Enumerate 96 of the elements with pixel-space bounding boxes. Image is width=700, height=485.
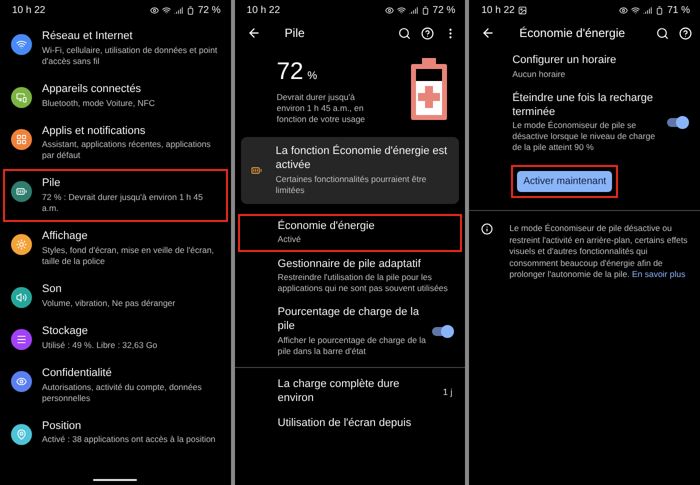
setting-subtitle: Aucun horaire <box>512 68 566 80</box>
screen-title: Économie d'énergie <box>518 26 626 40</box>
eye-icon <box>16 376 27 387</box>
battery-icon <box>655 6 664 15</box>
search-icon[interactable] <box>398 26 412 40</box>
setting-value: 1 j <box>442 386 452 397</box>
item-title: Réseau et Internet <box>42 30 134 44</box>
item-title: Stockage <box>42 324 89 339</box>
devices-icon <box>16 92 27 103</box>
setting-title: Économie d'énergie <box>278 220 376 234</box>
setting-subtitle: Afficher le pourcentage de charge de la pile dans la barre d'état <box>278 334 426 357</box>
setting-subtitle: Activé <box>278 234 302 246</box>
eye-icon <box>619 6 628 15</box>
item-title: Affichage <box>42 230 89 244</box>
home-handle[interactable] <box>93 479 138 481</box>
setting-title: Utilisation de l'écran depuis <box>278 417 412 432</box>
item-title: Son <box>42 283 63 297</box>
card-subtitle: Certaines fonctionnalités pourraient être limitées <box>276 174 428 196</box>
battery-icon <box>420 6 430 15</box>
battery-percent: 72 % <box>432 5 456 16</box>
setting-row[interactable]: Configurer un horaire Aucun horaire <box>472 48 698 86</box>
battery-percent: 71 % <box>667 5 690 16</box>
help-icon[interactable] <box>679 26 692 40</box>
wifi-icon <box>396 6 406 15</box>
help-icon[interactable] <box>421 26 434 40</box>
item-subtitle: Wi-Fi, cellulaire, utilisation de données et point d'accès sans fil <box>42 44 218 67</box>
battery-icon <box>250 164 262 176</box>
toggle-switch[interactable] <box>667 118 688 128</box>
setting-row[interactable]: Utilisation de l'écran depuis <box>238 411 462 438</box>
signal-icon <box>174 6 183 15</box>
item-title: Pile <box>42 177 62 192</box>
battery-percent: 72 % <box>198 5 221 16</box>
setting-title: Gestionnaire de pile adaptatif <box>278 258 422 272</box>
settings-item[interactable]: Affichage Styles, fond d'écran, mise en veille de l'écran, taille de la police <box>3 222 228 276</box>
settings-item[interactable]: Applis et notifications Assistant, applications récentes, applications par défaut <box>3 116 228 170</box>
settings-item[interactable]: Son Volume, vibration, Ne pas déranger <box>3 275 228 317</box>
settings-item[interactable]: Stockage Utilisé : 49 %. Libre : 32,63 Go <box>3 316 228 359</box>
setting-row[interactable]: Éteindre une fois la recharge terminée Le mode Économiseur de pile se désactive lorsque le niveau de charge de la pile atteint 90 % <box>472 86 698 160</box>
status-time: 10 h 22 <box>246 5 280 16</box>
setting-title: Éteindre une fois la recharge terminée <box>512 92 654 120</box>
settings-item[interactable]: Confidentialité Autorisations, activité du compte, données personnelles <box>3 358 228 412</box>
battery-icon <box>16 186 27 198</box>
info-text: Le mode Économiseur de pile désactive ou restreint l'activité en arrière-plan, certains effets visuels et d'autres fonctionnalités qui consomment beaucoup d'énergie afin de prolonger l'autonomie de la pile. En savoir plus <box>509 223 688 281</box>
info-icon <box>481 223 494 236</box>
back-icon[interactable] <box>246 26 261 40</box>
item-subtitle: 72 % : Devrait durer jusqu'à environ 1 h 45 a.m. <box>42 192 204 214</box>
activate-now-button[interactable]: Activer maintenant <box>517 171 612 192</box>
signal-icon <box>643 6 652 15</box>
grid-icon <box>16 134 27 145</box>
battery-plus-icon <box>409 58 450 120</box>
battery-estimate: Devrait durer jusqu'à environ 1 h 45 a.m., en fonction de votre usage <box>276 92 366 126</box>
learn-more-link[interactable]: En savoir plus <box>632 269 686 280</box>
search-icon[interactable] <box>656 26 670 40</box>
settings-item[interactable]: Appareils connectés Bluetooth, mode Voiture, NFC <box>3 74 228 117</box>
screen-title: Pile <box>284 26 306 40</box>
setting-subtitle: Le mode Économiseur de pile se désactive lorsque le niveau de charge de la pile atteint 90 % <box>512 120 656 154</box>
item-title: Confidentialité <box>42 366 113 381</box>
item-title: Appareils connectés <box>42 82 142 97</box>
settings-item[interactable]: Position Activé : 38 applications ont accès à la position <box>3 412 228 454</box>
wifi-icon <box>162 6 171 15</box>
setting-row[interactable]: La charge complète dure environ 1 j <box>238 372 462 412</box>
setting-subtitle: Restreindre l'utilisation de la pile pour les applications qui ne sont pas souvent utilisées <box>278 272 449 294</box>
setting-row[interactable]: Pourcentage de charge de la pile Afficher le pourcentage de charge de la pile dans la barre d'état <box>238 300 462 363</box>
signal-icon <box>408 6 418 15</box>
map-pin-icon <box>16 428 27 440</box>
item-subtitle: Bluetooth, mode Voiture, NFC <box>42 98 156 109</box>
item-subtitle: Volume, vibration, Ne pas déranger <box>42 298 176 309</box>
list-icon <box>16 334 27 345</box>
status-time: 10 h 22 <box>481 5 515 16</box>
setting-row[interactable]: Économie d'énergie Activé <box>238 214 462 252</box>
setting-title: Configurer un horaire <box>512 54 618 68</box>
item-subtitle: Styles, fond d'écran, mise en veille de l'écran, taille de la police <box>42 245 215 268</box>
item-subtitle: Autorisations, activité du compte, données personnelles <box>42 382 203 404</box>
settings-item[interactable]: Réseau et Internet Wi-Fi, cellulaire, utilisation de données et point d'accès sans fil <box>3 22 228 75</box>
image-icon <box>518 6 527 15</box>
speaker-icon <box>16 292 27 304</box>
toggle-switch[interactable] <box>432 327 452 336</box>
settings-item[interactable]: Pile 72 % : Devrait durer jusqu'à environ 1 h 45 a.m. <box>3 169 228 222</box>
back-icon[interactable] <box>481 26 496 40</box>
status-time: 10 h 22 <box>12 5 46 16</box>
battery-percentage: 72 % <box>276 58 318 86</box>
item-title: Applis et notifications <box>42 124 146 138</box>
brightness-icon <box>16 239 27 250</box>
eye-icon <box>150 6 159 15</box>
eye-icon <box>384 6 394 15</box>
setting-title: La charge complète dure environ <box>278 378 400 406</box>
setting-row[interactable]: Gestionnaire de pile adaptatif Restreindre l'utilisation de la pile pour les applications qui ne sont pas souvent utilisées <box>238 252 462 300</box>
item-title: Position <box>42 420 82 434</box>
wifi-icon <box>631 6 640 15</box>
item-subtitle: Assistant, applications récentes, applications par défaut <box>42 139 212 162</box>
item-subtitle: Activé : 38 applications ont accès à la position <box>42 434 216 446</box>
card-title: La fonction Économie d'énergie est activée <box>276 145 448 173</box>
wifi-icon <box>16 39 27 50</box>
battery-icon <box>186 6 195 15</box>
setting-title: Pourcentage de charge de la pile <box>278 306 420 334</box>
item-subtitle: Utilisé : 49 %. Libre : 32,63 Go <box>42 340 158 351</box>
